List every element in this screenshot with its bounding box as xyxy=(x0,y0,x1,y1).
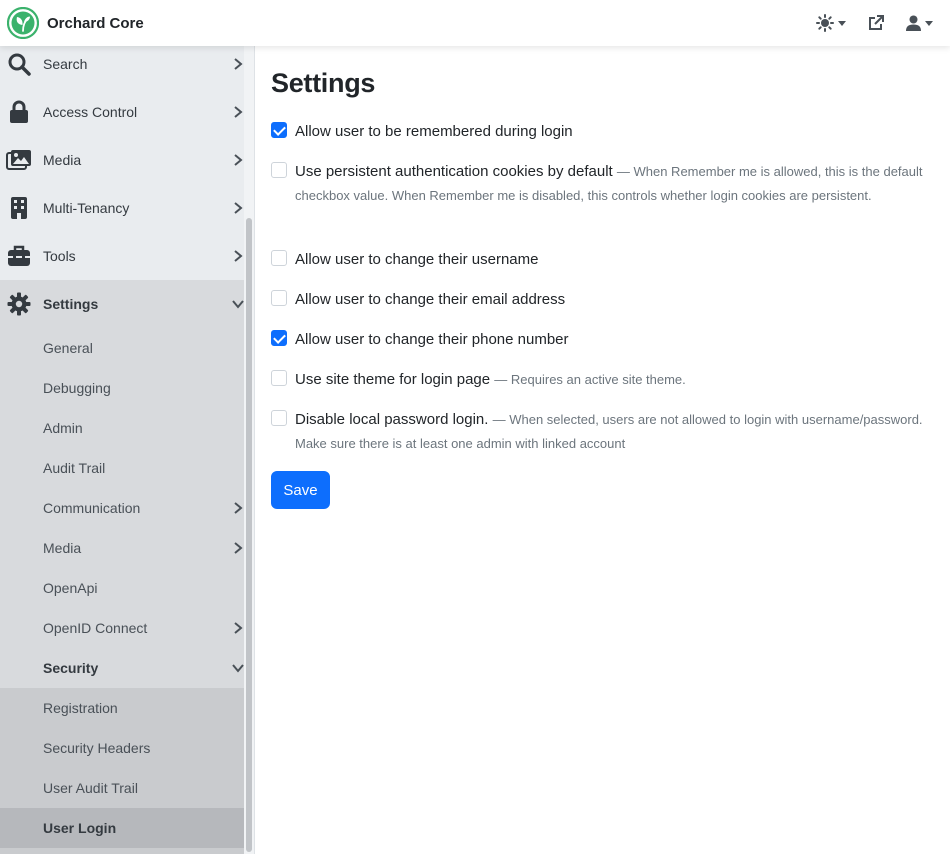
orchard-logo xyxy=(7,7,39,39)
sidebar-item-registration[interactable]: Registration xyxy=(0,688,244,728)
option-checkbox[interactable] xyxy=(271,122,287,138)
option-checkbox[interactable] xyxy=(271,162,287,178)
sidebar-item-settings[interactable]: Settings xyxy=(0,280,244,328)
gear-icon xyxy=(6,291,32,317)
option-checkbox[interactable] xyxy=(271,410,287,426)
page-title: Settings xyxy=(271,68,376,98)
sidebar-item-audit-trail[interactable]: Audit Trail xyxy=(0,448,244,488)
caret-down-icon xyxy=(925,20,933,26)
sidebar-item-user-audit-trail[interactable]: User Audit Trail xyxy=(0,768,244,808)
sidebar-item-security[interactable]: Security xyxy=(0,648,244,688)
option-label[interactable]: Use persistent authentication cookies by… xyxy=(295,163,613,180)
save-button[interactable]: Save xyxy=(271,471,330,509)
sidebar-item-label: General xyxy=(43,340,93,356)
lock-icon xyxy=(6,99,32,125)
sidebar-item-label: Multi-Tenancy xyxy=(43,200,130,216)
sidebar-item-general[interactable]: General xyxy=(0,328,244,368)
sidebar-item-media-settings[interactable]: Media xyxy=(0,528,244,568)
theme-toggle-button[interactable] xyxy=(816,0,846,46)
chevron-right-icon xyxy=(234,202,243,214)
sidebar-item-label: Search xyxy=(43,56,88,72)
sidebar-item-access-control[interactable]: Access Control xyxy=(0,88,244,136)
option-site-theme: Use site theme for login page — Requires… xyxy=(271,368,936,392)
caret-down-icon xyxy=(838,20,846,26)
user-menu-button[interactable] xyxy=(906,0,933,46)
brand-name: Orchard Core xyxy=(47,14,144,32)
sidebar-item-label: User Audit Trail xyxy=(43,780,138,796)
option-remember-user: Allow user to be remembered during login xyxy=(271,120,936,144)
sidebar-item-user-login[interactable]: User Login xyxy=(0,808,244,848)
user-icon xyxy=(906,15,921,31)
external-link-icon xyxy=(869,15,884,30)
sidebar-item-label: OpenID Connect xyxy=(43,620,148,636)
sidebar-item-label: Registration xyxy=(43,700,118,716)
chevron-down-icon xyxy=(232,664,244,673)
chevron-down-icon xyxy=(232,300,244,309)
option-change-username: Allow user to change their username xyxy=(271,248,936,272)
sun-icon xyxy=(816,14,834,32)
option-checkbox[interactable] xyxy=(271,370,287,386)
option-hint: — Requires an active site theme. xyxy=(494,372,686,387)
sidebar-item-communication[interactable]: Communication xyxy=(0,488,244,528)
option-checkbox[interactable] xyxy=(271,330,287,346)
chevron-right-icon xyxy=(234,106,243,118)
sidebar-item-label: Admin xyxy=(43,420,83,436)
sidebar-item-media[interactable]: Media xyxy=(0,136,244,184)
sidebar-item-label: Security Headers xyxy=(43,740,151,756)
option-label[interactable]: Use site theme for login page xyxy=(295,371,490,388)
option-checkbox[interactable] xyxy=(271,290,287,306)
sidebar-item-openapi[interactable]: OpenApi xyxy=(0,568,244,608)
option-label[interactable]: Allow user to change their phone number xyxy=(295,331,569,348)
brand[interactable]: Orchard Core xyxy=(7,7,144,39)
sidebar-item-label: Settings xyxy=(43,296,99,312)
option-change-email: Allow user to change their email address xyxy=(271,288,936,312)
option-change-phone: Allow user to change their phone number xyxy=(271,328,936,352)
sidebar-item-label: User Login xyxy=(43,820,117,836)
sidebar-item-security-headers[interactable]: Security Headers xyxy=(0,728,244,768)
option-persistent-cookies: Use persistent authentication cookies by… xyxy=(271,160,936,208)
option-label[interactable]: Allow user to change their email address xyxy=(295,291,565,308)
toolbox-icon xyxy=(6,243,32,269)
sidebar-scrollbar-thumb[interactable] xyxy=(246,218,252,852)
sidebar-item-label: Debugging xyxy=(43,380,111,396)
sidebar-item-label: OpenApi xyxy=(43,580,98,596)
search-icon xyxy=(6,51,32,77)
sidebar-item-label: Communication xyxy=(43,500,141,516)
option-checkbox[interactable] xyxy=(271,250,287,266)
top-navbar: Orchard Core xyxy=(0,0,950,46)
chevron-right-icon xyxy=(234,250,243,262)
sidebar-item-multi-tenancy[interactable]: Multi-Tenancy xyxy=(0,184,244,232)
sidebar-item-label: Access Control xyxy=(43,104,138,120)
chevron-right-icon xyxy=(234,622,243,634)
sidebar-item-search[interactable]: Search xyxy=(0,46,244,88)
chevron-right-icon xyxy=(234,542,243,554)
sidebar-item-label: Audit Trail xyxy=(43,460,106,476)
visit-site-button[interactable] xyxy=(868,0,884,46)
sidebar-item-openid-connect[interactable]: OpenID Connect xyxy=(0,608,244,648)
option-label[interactable]: Allow user to change their username xyxy=(295,251,538,268)
building-icon xyxy=(6,195,32,221)
sidebar: Search Access Control Media Multi-Tenanc… xyxy=(0,46,255,854)
sidebar-item-admin[interactable]: Admin xyxy=(0,408,244,448)
sidebar-item-label: Tools xyxy=(43,248,76,264)
sidebar-item-label: Media xyxy=(43,540,82,556)
chevron-right-icon xyxy=(234,502,243,514)
chevron-right-icon xyxy=(234,154,243,166)
option-label[interactable]: Allow user to be remembered during login xyxy=(295,123,573,140)
option-disable-local-login: Disable local password login. — When sel… xyxy=(271,408,936,456)
chevron-right-icon xyxy=(234,58,243,70)
sidebar-item-debugging[interactable]: Debugging xyxy=(0,368,244,408)
option-label[interactable]: Disable local password login. xyxy=(295,411,488,428)
sidebar-item-label: Security xyxy=(43,660,99,676)
sidebar-item-tools[interactable]: Tools xyxy=(0,232,244,280)
main-content: Settings Allow user to be remembered dur… xyxy=(256,46,950,854)
images-icon xyxy=(6,147,32,173)
top-actions xyxy=(816,0,950,46)
sidebar-item-label: Media xyxy=(43,152,82,168)
